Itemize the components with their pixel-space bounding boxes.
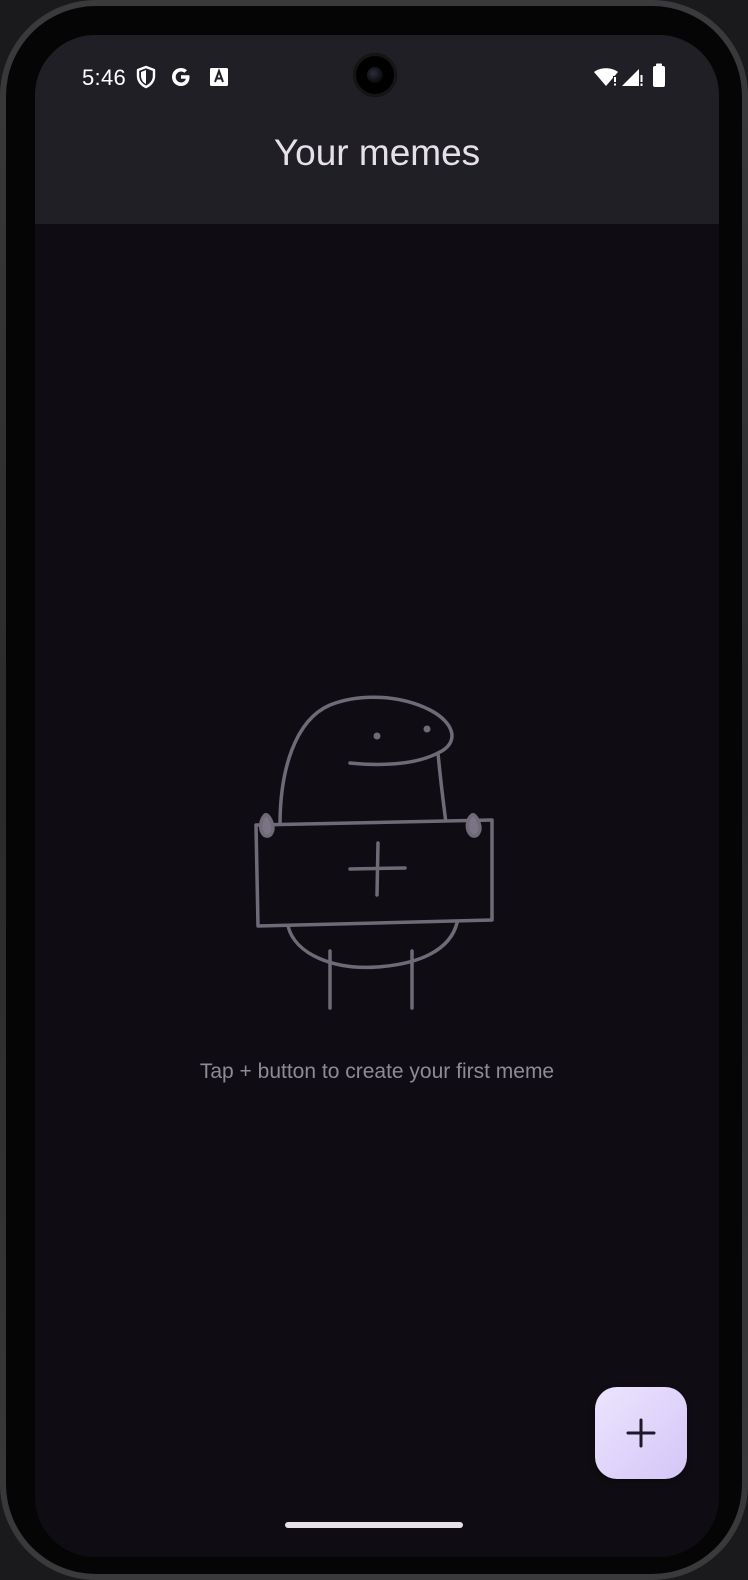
google-icon (169, 65, 193, 94)
empty-state-illustration (250, 665, 500, 1033)
add-meme-button[interactable] (595, 1387, 687, 1479)
home-indicator[interactable] (285, 1522, 463, 1528)
translate-icon (209, 67, 229, 92)
screen: 5:46 Your memes Tap + button to create y… (35, 35, 719, 1557)
page-title: Your memes (273, 132, 481, 174)
plus-icon (626, 1418, 656, 1448)
status-time: 5:46 (82, 65, 127, 90)
empty-state-message: Tap + button to create your first meme (199, 1060, 555, 1083)
phone-bezel: 5:46 Your memes Tap + button to create y… (6, 6, 742, 1574)
signal-icon (620, 66, 644, 93)
app-bar: Your memes (35, 117, 719, 224)
status-bar: 5:46 (35, 35, 719, 117)
battery-icon (652, 63, 666, 93)
wifi-icon (593, 66, 619, 93)
phone-frame: 5:46 Your memes Tap + button to create y… (0, 0, 748, 1580)
front-camera (353, 53, 397, 97)
shield-icon (135, 65, 157, 94)
